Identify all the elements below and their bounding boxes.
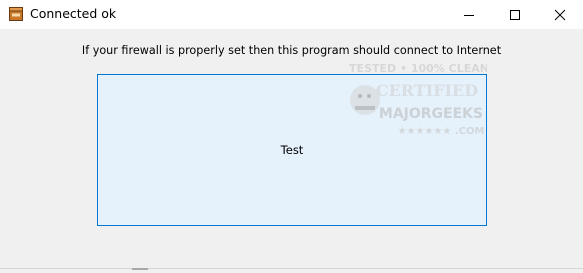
watermark-line-2: CERTIFIED (376, 81, 478, 100)
minimize-button[interactable] (446, 0, 492, 29)
resize-grip[interactable] (132, 268, 148, 270)
app-window: Connected ok If your firewall is properl… (0, 0, 583, 273)
title-bar[interactable]: Connected ok (0, 0, 583, 29)
maximize-icon (510, 9, 520, 20)
watermark-line-1: TESTED • 100% CLEAN (349, 62, 487, 75)
maximize-button[interactable] (492, 0, 538, 29)
test-button-label: Test (280, 143, 304, 157)
watermark-line-3: MAJORGEEKS (379, 106, 483, 122)
close-button[interactable] (537, 0, 583, 29)
minimize-icon (464, 14, 474, 16)
bottom-edge (0, 268, 583, 269)
window-title: Connected ok (30, 6, 117, 21)
watermark-line-4: ★★★★★★ .COM (398, 126, 485, 137)
app-box-icon (9, 7, 23, 21)
instruction-text: If your firewall is properly set then th… (81, 44, 502, 57)
majorgeeks-watermark: TESTED • 100% CLEAN CERTIFIED MAJORGEEKS… (349, 62, 487, 137)
close-icon (554, 9, 566, 20)
